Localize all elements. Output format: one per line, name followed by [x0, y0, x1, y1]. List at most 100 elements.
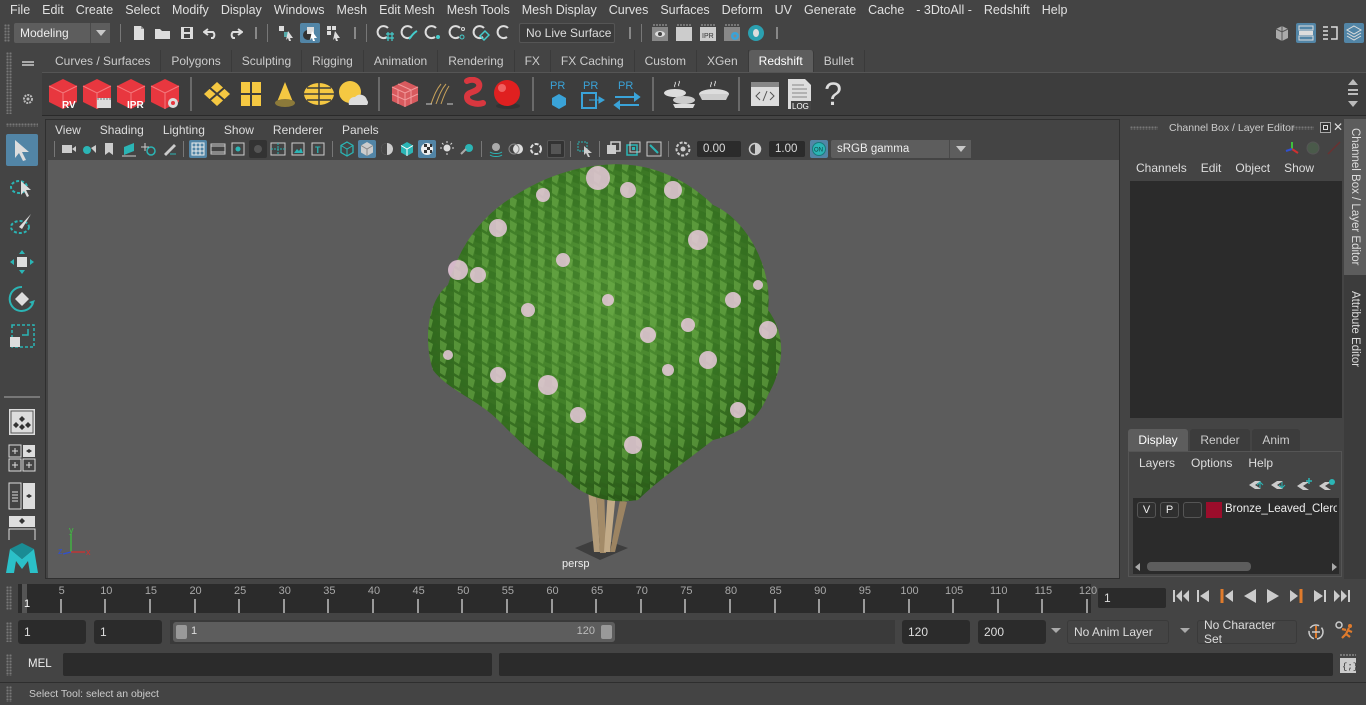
lasso-tool[interactable]: [6, 172, 38, 204]
film-gate-icon[interactable]: [209, 140, 227, 158]
redo-icon[interactable]: [225, 23, 245, 43]
channel-box-menu-edit[interactable]: Edit: [1201, 161, 1222, 175]
redshift-volume-icon[interactable]: [389, 76, 421, 112]
animation-end-field[interactable]: 200: [978, 620, 1046, 644]
render-current-frame-icon[interactable]: [674, 23, 694, 43]
anti-aliasing-icon[interactable]: [527, 140, 545, 158]
manipulator-axes-icon[interactable]: [1285, 142, 1299, 154]
redshift-sphere-icon[interactable]: [491, 76, 523, 112]
smooth-shade-all-icon[interactable]: [358, 140, 376, 158]
scale-tool[interactable]: [6, 321, 38, 353]
menu-mesh-display[interactable]: Mesh Display: [516, 3, 603, 17]
camera-attributes-icon[interactable]: [80, 140, 98, 158]
shelf-tabs-menu-icon[interactable]: [22, 61, 34, 66]
character-set-field[interactable]: No Character Set: [1197, 618, 1297, 646]
select-by-component-icon[interactable]: [324, 23, 344, 43]
redshift-script-editor-icon[interactable]: [749, 76, 781, 112]
range-slider-bar[interactable]: 1 120: [173, 622, 615, 642]
move-layer-up-icon[interactable]: [1249, 481, 1264, 489]
command-line-grip[interactable]: [6, 654, 12, 676]
shelf-tab-rigging[interactable]: Rigging: [302, 50, 364, 72]
menu-edit-mesh[interactable]: Edit Mesh: [373, 3, 441, 17]
save-scene-icon[interactable]: [177, 23, 197, 43]
new-layer-icon[interactable]: [1297, 478, 1312, 490]
select-by-hierarchy-icon[interactable]: [276, 23, 296, 43]
redshift-bake-icon[interactable]: [697, 76, 729, 112]
new-scene-icon[interactable]: [129, 23, 149, 43]
menu-modify[interactable]: Modify: [166, 3, 215, 17]
grid-toggle-icon[interactable]: [189, 140, 207, 158]
layer-list-scrollbar[interactable]: [1133, 560, 1339, 572]
shelf-tab-rendering[interactable]: Rendering: [438, 50, 515, 72]
xray-active-components-icon[interactable]: [625, 140, 643, 158]
channel-box-toggle-icon[interactable]: [1344, 22, 1364, 43]
collapse-arrow-icon[interactable]: [625, 26, 631, 39]
select-camera-icon[interactable]: [60, 140, 78, 158]
safe-title-icon[interactable]: T: [309, 140, 327, 158]
go-to-start-icon[interactable]: [1172, 588, 1190, 607]
menu-3dtoall[interactable]: - 3DtoAll -: [910, 3, 978, 17]
menu-display[interactable]: Display: [215, 3, 268, 17]
redshift-ies-light-icon[interactable]: [269, 76, 301, 112]
render-settings-icon[interactable]: [722, 23, 742, 43]
redshift-batch-render-icon[interactable]: [81, 76, 113, 112]
redshift-area-light-icon[interactable]: [201, 76, 233, 112]
redshift-help-icon[interactable]: ?: [817, 76, 849, 112]
redshift-ipr-icon[interactable]: IPR: [115, 76, 147, 112]
snap-to-grid-icon[interactable]: [375, 23, 395, 43]
depth-of-field-icon[interactable]: [547, 140, 565, 158]
motion-blur-icon[interactable]: [507, 140, 525, 158]
move-tool[interactable]: [6, 246, 38, 278]
redshift-hair-icon[interactable]: [423, 76, 455, 112]
menu-mesh[interactable]: Mesh: [331, 3, 374, 17]
paint-select-tool[interactable]: [6, 208, 38, 240]
gamma-field[interactable]: 1.00: [769, 141, 805, 157]
gamma-icon[interactable]: [746, 140, 764, 158]
side-tab-channel-box[interactable]: Channel Box / Layer Editor: [1344, 119, 1366, 275]
image-plane-icon[interactable]: [120, 140, 138, 158]
textured-icon[interactable]: [418, 140, 436, 158]
play-forwards-icon[interactable]: [1264, 588, 1282, 607]
menu-edit[interactable]: Edit: [36, 3, 70, 17]
layer-name[interactable]: Bronze_Leaved_Clerod: [1225, 503, 1337, 515]
channel-box-menu-object[interactable]: Object: [1235, 161, 1270, 175]
character-set-dropdown-arrow-icon[interactable]: [1180, 628, 1190, 633]
command-input[interactable]: [63, 653, 492, 676]
shelf-tab-fx-caching[interactable]: FX Caching: [550, 50, 635, 72]
modeling-toolkit-icon[interactable]: [1272, 23, 1292, 43]
viewport-3d-canvas[interactable]: y x z persp: [48, 160, 1119, 578]
snap-to-point-icon[interactable]: [423, 23, 443, 43]
range-grip[interactable]: [6, 622, 12, 642]
viewport-menu-renderer[interactable]: Renderer: [264, 123, 333, 137]
four-view-layout-button[interactable]: [6, 442, 38, 474]
layer-visibility-toggle[interactable]: V: [1137, 502, 1156, 518]
isolate-select-icon[interactable]: [576, 140, 594, 158]
layer-display-type-toggle[interactable]: [1183, 502, 1202, 518]
viewport-menu-shading[interactable]: Shading: [91, 123, 154, 137]
shelf-menu-icon[interactable]: [1348, 89, 1358, 95]
menu-generate[interactable]: Generate: [798, 3, 862, 17]
screen-space-ao-icon[interactable]: [487, 140, 505, 158]
wireframe-icon[interactable]: [338, 140, 356, 158]
collapse-arrow-icon[interactable]: [350, 26, 356, 39]
xray-joints-icon[interactable]: [645, 140, 663, 158]
step-forward-key-frame-icon[interactable]: [1287, 588, 1305, 607]
collapse-arrow-icon[interactable]: [251, 26, 257, 39]
shelf-tab-animation[interactable]: Animation: [363, 50, 439, 72]
toolbox-grip[interactable]: [6, 123, 38, 127]
gate-mask-icon[interactable]: [249, 140, 267, 158]
panel-grip[interactable]: [1130, 126, 1158, 130]
hyper-icon[interactable]: [1327, 141, 1341, 155]
tree-model[interactable]: [48, 160, 1119, 578]
open-scene-icon[interactable]: [153, 23, 173, 43]
shelf-tab-xgen[interactable]: XGen: [696, 50, 749, 72]
redshift-render-view-icon[interactable]: RV: [47, 76, 79, 112]
redshift-proxy-export-icon[interactable]: PR: [577, 76, 609, 112]
menu-windows[interactable]: Windows: [268, 3, 331, 17]
close-panel-icon[interactable]: ✕: [1333, 121, 1344, 133]
shelf-tab-sculpting[interactable]: Sculpting: [231, 50, 303, 72]
rotate-tool[interactable]: [6, 283, 38, 315]
shelf-scroll-up-icon[interactable]: [1348, 79, 1358, 85]
shelf-tab-custom[interactable]: Custom: [634, 50, 697, 72]
hypershade-icon[interactable]: [746, 23, 766, 43]
